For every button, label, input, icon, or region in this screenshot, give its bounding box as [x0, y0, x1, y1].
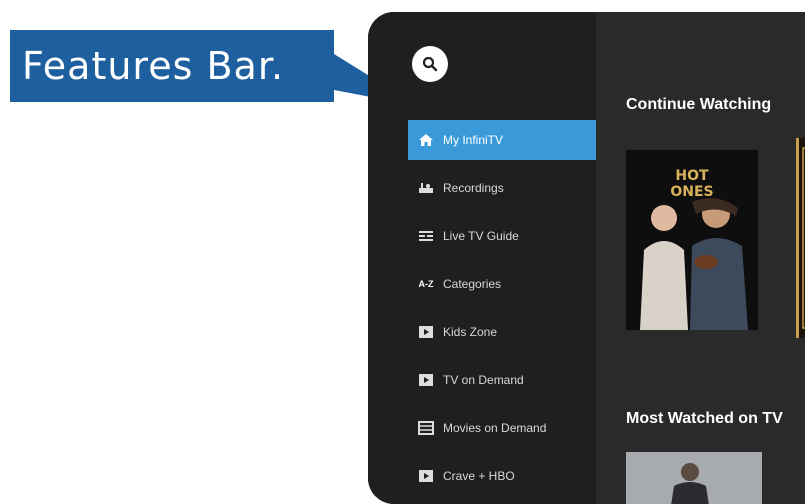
nav-item-tv-on-demand[interactable]: TV on Demand — [408, 360, 596, 400]
play-icon — [418, 373, 434, 387]
nav-item-label: Categories — [443, 277, 502, 291]
play-icon — [418, 325, 434, 339]
nav-menu: My InfiniTV Recordings Live TV Guide A-Z… — [408, 120, 596, 504]
poster-artwork — [799, 138, 805, 338]
poster-title-hot: HOT — [675, 168, 709, 184]
callout-label: Features Bar. — [22, 44, 285, 88]
poster-card[interactable]: HOT ONES — [626, 150, 758, 330]
nav-item-label: My InfiniTV — [443, 133, 504, 147]
nav-item-label: Kids Zone — [443, 325, 498, 339]
nav-item-crave-hbo[interactable]: Crave + HBO — [408, 456, 596, 496]
nav-item-recordings[interactable]: Recordings — [408, 168, 596, 208]
nav-item-label: TV on Demand — [443, 373, 524, 387]
poster-artwork: HOT ONES — [626, 150, 758, 330]
guide-icon — [418, 229, 434, 243]
nav-item-my-infinitv[interactable]: My InfiniTV — [408, 120, 596, 160]
nav-item-movies-on-demand[interactable]: Movies on Demand — [408, 408, 596, 448]
search-icon — [422, 56, 438, 72]
nav-item-categories[interactable]: A-Z Categories — [408, 264, 596, 304]
search-button[interactable] — [412, 46, 448, 82]
play-icon — [418, 469, 434, 483]
poster-card[interactable] — [626, 452, 762, 504]
nav-item-label: Movies on Demand — [443, 421, 547, 435]
recordings-icon — [418, 181, 434, 195]
main-content: Continue Watching HOT ONES Most Watched — [596, 12, 805, 504]
nav-item-live-tv-guide[interactable]: Live TV Guide — [408, 216, 596, 256]
poster-artwork — [626, 452, 762, 504]
features-bar: My InfiniTV Recordings Live TV Guide A-Z… — [368, 12, 596, 504]
features-bar-callout: Features Bar. — [10, 30, 334, 102]
poster-card[interactable] — [796, 138, 805, 338]
home-icon — [418, 133, 434, 147]
continue-watching-title: Continue Watching — [626, 96, 772, 113]
nav-item-label: Recordings — [443, 181, 504, 195]
az-icon: A-Z — [418, 279, 434, 289]
tv-screen: My InfiniTV Recordings Live TV Guide A-Z… — [368, 12, 805, 504]
most-watched-title: Most Watched on TV — [626, 410, 783, 427]
nav-item-label: Crave + HBO — [443, 469, 515, 483]
film-icon — [418, 421, 434, 435]
poster-title-ones: ONES — [670, 184, 713, 200]
nav-item-kids-zone[interactable]: Kids Zone — [408, 312, 596, 352]
nav-item-label: Live TV Guide — [443, 229, 519, 243]
